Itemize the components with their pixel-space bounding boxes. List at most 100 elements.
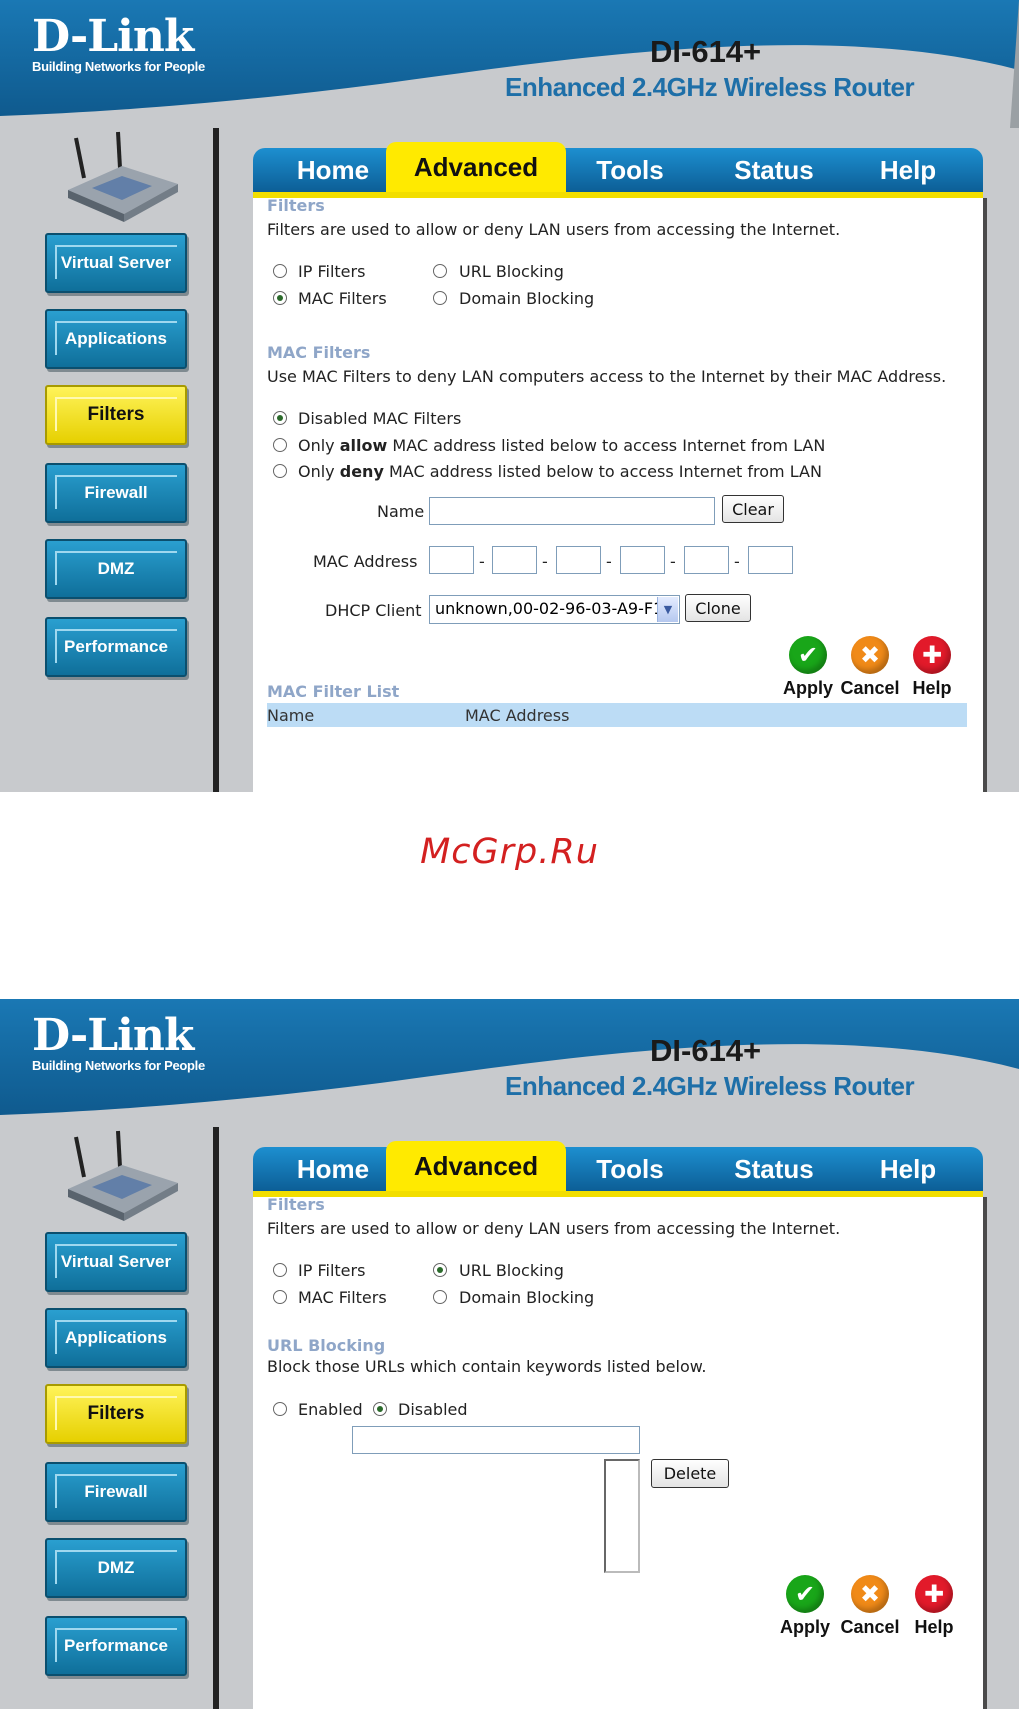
radio-url-enabled[interactable] <box>273 1402 287 1416</box>
model-name: DI-614+ <box>650 1033 762 1068</box>
radio-url-disabled[interactable] <box>373 1402 387 1416</box>
model-name: DI-614+ <box>650 34 762 69</box>
checkmark-icon: ✔ <box>786 1575 824 1613</box>
column-mac-address: MAC Address <box>465 706 570 725</box>
screenshot-url-blocking: D-Link Building Networks for People DI-6… <box>0 999 1019 1709</box>
radio-mac-filters[interactable] <box>273 291 287 305</box>
nav-performance[interactable]: Performance <box>45 1616 187 1676</box>
nav-virtual-server[interactable]: Virtual Server <box>45 1232 187 1292</box>
nav-applications[interactable]: Applications <box>45 1308 187 1368</box>
help-plus-icon: ✚ <box>915 1575 953 1613</box>
label-mac-filters: MAC Filters <box>298 1288 387 1307</box>
mac-filters-title: MAC Filters <box>267 343 371 362</box>
nav-filters[interactable]: Filters <box>45 1384 187 1444</box>
tab-help[interactable]: Help <box>853 1147 963 1191</box>
filters-description: Filters are used to allow or deny LAN us… <box>267 220 841 239</box>
product-name: Enhanced 2.4GHz Wireless Router <box>505 1071 915 1101</box>
tab-status[interactable]: Status <box>719 1147 829 1191</box>
checkmark-icon: ✔ <box>789 636 827 674</box>
tab-status[interactable]: Status <box>719 148 829 192</box>
clone-button[interactable]: Clone <box>685 594 751 622</box>
mac-separator: - <box>606 552 612 571</box>
radio-domain-blocking[interactable] <box>433 1290 447 1304</box>
sidebar-divider <box>213 1127 219 1709</box>
radio-domain-blocking[interactable] <box>433 291 447 305</box>
radio-ip-filters[interactable] <box>273 1263 287 1277</box>
tab-bar: Home Advanced Tools Status Help <box>253 142 983 198</box>
mac-separator: - <box>479 552 485 571</box>
nav-dmz[interactable]: DMZ <box>45 1538 187 1598</box>
cancel-x-icon: ✖ <box>851 1575 889 1613</box>
mac-octet-6-input[interactable] <box>748 546 793 574</box>
radio-url-blocking[interactable] <box>433 264 447 278</box>
mac-filter-list-title: MAC Filter List <box>267 682 400 701</box>
tab-tools[interactable]: Tools <box>575 1147 685 1191</box>
mac-octet-3-input[interactable] <box>556 546 601 574</box>
delete-button[interactable]: Delete <box>651 1459 729 1488</box>
nav-filters[interactable]: Filters <box>45 385 187 445</box>
mac-address-label: MAC Address <box>313 552 418 571</box>
filters-title: Filters <box>267 1195 325 1214</box>
url-keyword-input[interactable] <box>352 1426 640 1454</box>
label-url-enabled: Enabled <box>298 1400 363 1419</box>
nav-firewall[interactable]: Firewall <box>45 1462 187 1522</box>
nav-performance[interactable]: Performance <box>45 617 187 677</box>
watermark-text: McGrp.Ru <box>420 832 599 872</box>
tab-home[interactable]: Home <box>273 1147 393 1191</box>
label-mac-filters: MAC Filters <box>298 289 387 308</box>
product-name: Enhanced 2.4GHz Wireless Router <box>505 72 915 102</box>
chevron-down-icon[interactable]: ▼ <box>657 597 678 622</box>
label-allow-mac: Only allow MAC address listed below to a… <box>298 436 826 455</box>
help-action[interactable]: ✚ Help <box>902 636 962 699</box>
filters-description: Filters are used to allow or deny LAN us… <box>267 1219 841 1238</box>
sidebar-divider <box>213 128 219 792</box>
radio-mac-filters[interactable] <box>273 1290 287 1304</box>
content-panel: Filters Filters are used to allow or den… <box>253 196 987 792</box>
header-banner: D-Link Building Networks for People DI-6… <box>0 999 1019 1127</box>
tab-advanced[interactable]: Advanced <box>386 1141 566 1191</box>
tab-advanced[interactable]: Advanced <box>386 142 566 192</box>
cancel-action[interactable]: ✖ Cancel <box>840 636 900 699</box>
label-url-disabled: Disabled <box>398 1400 468 1419</box>
tab-help[interactable]: Help <box>853 148 963 192</box>
cancel-action[interactable]: ✖ Cancel <box>840 1575 900 1638</box>
dlink-logo: D-Link Building Networks for People <box>32 1010 205 1073</box>
nav-applications[interactable]: Applications <box>45 309 187 369</box>
nav-virtual-server[interactable]: Virtual Server <box>45 233 187 293</box>
help-action[interactable]: ✚ Help <box>904 1575 964 1638</box>
name-label: Name <box>377 502 425 521</box>
tab-tools[interactable]: Tools <box>575 148 685 192</box>
cancel-x-icon: ✖ <box>851 636 889 674</box>
radio-allow-mac[interactable] <box>273 438 287 452</box>
mac-octet-5-input[interactable] <box>684 546 729 574</box>
label-domain-blocking: Domain Blocking <box>459 1288 595 1307</box>
name-input[interactable] <box>429 497 715 525</box>
tab-home[interactable]: Home <box>273 148 393 192</box>
dlink-logo: D-Link Building Networks for People <box>32 11 205 74</box>
radio-deny-mac[interactable] <box>273 464 287 478</box>
apply-action[interactable]: ✔ Apply <box>775 1575 835 1638</box>
label-ip-filters: IP Filters <box>298 1261 366 1280</box>
label-url-blocking: URL Blocking <box>459 1261 564 1280</box>
mac-filter-list-header: Name MAC Address <box>267 703 967 727</box>
url-keyword-list[interactable] <box>604 1459 640 1573</box>
mac-octet-2-input[interactable] <box>492 546 537 574</box>
nav-firewall[interactable]: Firewall <box>45 463 187 523</box>
radio-ip-filters[interactable] <box>273 264 287 278</box>
radio-disabled-mac-filters[interactable] <box>273 411 287 425</box>
tab-bar: Home Advanced Tools Status Help <box>253 1141 983 1197</box>
label-url-blocking: URL Blocking <box>459 262 564 281</box>
radio-url-blocking[interactable] <box>433 1263 447 1277</box>
mac-octet-1-input[interactable] <box>429 546 474 574</box>
header-banner: D-Link Building Networks for People DI-6… <box>0 0 1019 128</box>
screenshot-mac-filters: D-Link Building Networks for People DI-6… <box>0 0 1019 792</box>
filters-title: Filters <box>267 196 325 215</box>
mac-separator: - <box>670 552 676 571</box>
mac-octet-4-input[interactable] <box>620 546 665 574</box>
dhcp-client-select[interactable]: unknown,00-02-96-03-A9-F1 ▼ <box>429 595 680 624</box>
nav-dmz[interactable]: DMZ <box>45 539 187 599</box>
router-icon <box>68 131 178 222</box>
clear-button[interactable]: Clear <box>722 495 784 523</box>
apply-action[interactable]: ✔ Apply <box>778 636 838 699</box>
label-disabled-mac-filters: Disabled MAC Filters <box>298 409 462 428</box>
